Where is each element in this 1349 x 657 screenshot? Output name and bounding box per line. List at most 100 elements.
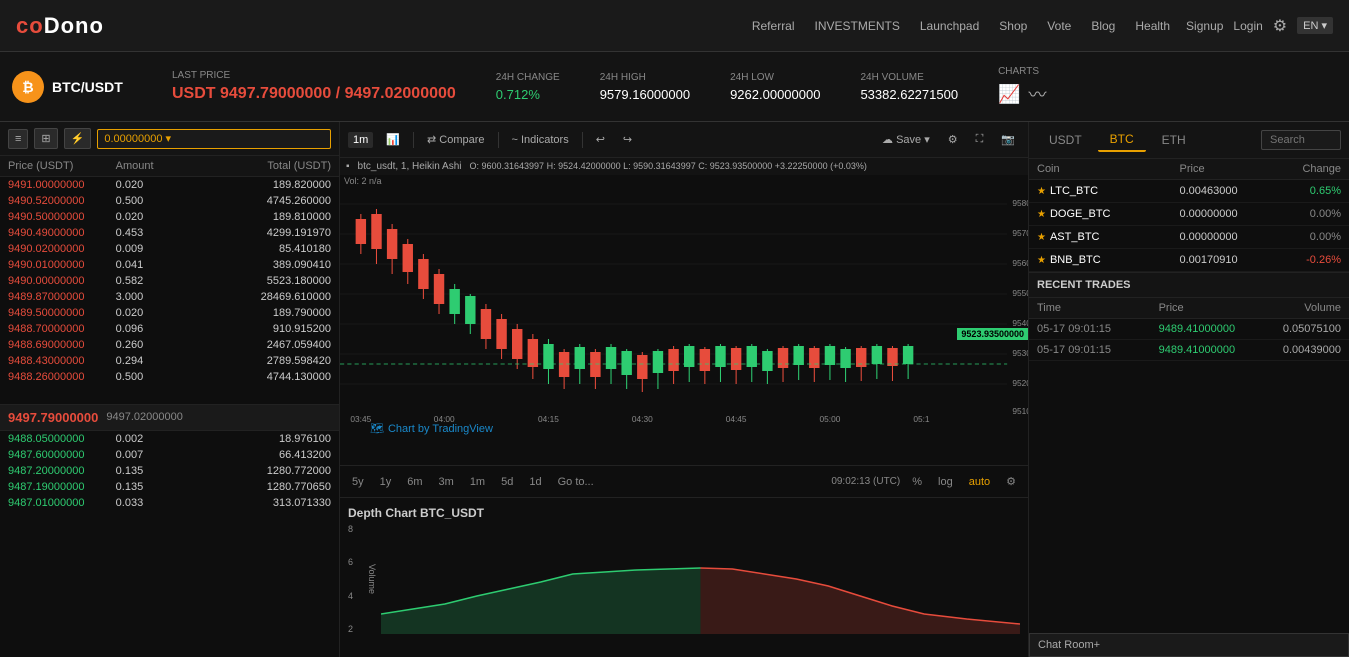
chart-type-icons[interactable]: 📈 〰	[998, 81, 1046, 107]
redo-btn[interactable]: ↪	[618, 131, 637, 148]
nav-vote[interactable]: Vote	[1047, 19, 1071, 33]
star-icon[interactable]: ★	[1037, 255, 1046, 266]
nav-links: Referral INVESTMENTS Launchpad Shop Vote…	[752, 19, 1170, 33]
ob-ask-row[interactable]: 9488.690000000.2602467.059400	[0, 337, 339, 353]
coin-list-item[interactable]: ★ AST_BTC 0.00000000 0.00%	[1029, 226, 1349, 249]
orderbook: ≡ ⊞ ⚡ Price (USDT) Amount Total (USDT) 9…	[0, 122, 340, 657]
tab-eth[interactable]: ETH	[1150, 129, 1198, 151]
line-chart-icon[interactable]: 📈	[998, 84, 1020, 105]
ob-bid-row[interactable]: 9487.200000000.1351280.772000	[0, 463, 339, 479]
tf-5d[interactable]: 5d	[497, 474, 517, 490]
log-btn[interactable]: log	[934, 474, 957, 490]
star-icon[interactable]: ★	[1037, 186, 1046, 197]
ob-mid-price2: 9497.02000000	[106, 411, 182, 423]
change-label: 24H CHANGE	[496, 72, 560, 83]
tab-btc[interactable]: BTC	[1098, 128, 1146, 152]
settings-btn[interactable]: ⚙	[943, 131, 963, 148]
nav-referral[interactable]: Referral	[752, 19, 795, 33]
chart-settings-btn[interactable]: ⚙	[1002, 473, 1020, 490]
toolbar-sep1	[413, 132, 414, 148]
low-value: 9262.00000000	[730, 87, 820, 102]
language-selector[interactable]: EN ▾	[1297, 17, 1333, 34]
ob-bid-row[interactable]: 9488.050000000.00218.976100	[0, 431, 339, 447]
ob-ask-row[interactable]: 9490.500000000.020189.810000	[0, 209, 339, 225]
coin-tabs: USDT BTC ETH	[1029, 122, 1349, 159]
nav-shop[interactable]: Shop	[999, 19, 1027, 33]
coin-list-item[interactable]: ★ BNB_BTC 0.00170910 -0.26%	[1029, 249, 1349, 272]
coin-list-item[interactable]: ★ LTC_BTC 0.00463000 0.65%	[1029, 180, 1349, 203]
ob-price-input[interactable]	[97, 129, 331, 149]
tf-1m-bot[interactable]: 1m	[466, 474, 489, 490]
rt-time-header: Time	[1037, 302, 1159, 314]
star-icon[interactable]: ★	[1037, 232, 1046, 243]
ob-bid-row[interactable]: 9487.190000000.1351280.770650	[0, 479, 339, 495]
svg-text:03:45: 03:45	[350, 415, 371, 424]
tf-1y[interactable]: 1y	[376, 474, 396, 490]
candle-chart-icon[interactable]: 〰	[1028, 81, 1046, 107]
nav-launchpad[interactable]: Launchpad	[920, 19, 979, 33]
star-icon[interactable]: ★	[1037, 209, 1046, 220]
tf-1m[interactable]: 1m	[348, 132, 373, 148]
nav-right: Signup Login ⚙ EN ▾	[1186, 16, 1333, 36]
ob-ask-row[interactable]: 9489.870000003.00028469.610000	[0, 289, 339, 305]
tf-3m[interactable]: 3m	[435, 474, 458, 490]
rt-list: 05-17 09:01:15 9489.41000000 0.05075100 …	[1029, 319, 1349, 633]
ob-list-icon[interactable]: ≡	[8, 129, 28, 149]
camera-btn[interactable]: 📷	[996, 131, 1020, 148]
recent-trades-title: RECENT TRADES	[1029, 273, 1349, 298]
chat-room-button[interactable]: Chat Room+	[1029, 633, 1349, 657]
nav-health[interactable]: Health	[1135, 19, 1170, 33]
logo[interactable]: coDono	[16, 13, 104, 39]
ob-ask-row[interactable]: 9488.260000000.5004744.130000	[0, 369, 339, 385]
nav-blog[interactable]: Blog	[1091, 19, 1115, 33]
compare-btn[interactable]: ⇄ Compare	[422, 131, 490, 148]
tf-5y[interactable]: 5y	[348, 474, 368, 490]
coin-list-item[interactable]: ★ DOGE_BTC 0.00000000 0.00%	[1029, 203, 1349, 226]
charts-section: CHARTS 📈 〰	[998, 66, 1046, 107]
main-layout: ≡ ⊞ ⚡ Price (USDT) Amount Total (USDT) 9…	[0, 122, 1349, 657]
coin-search-input[interactable]	[1261, 130, 1341, 150]
settings-icon[interactable]: ⚙	[1273, 16, 1287, 36]
depth-volume-label: Volume	[367, 564, 377, 594]
undo-btn[interactable]: ↩	[591, 131, 610, 148]
pct-btn[interactable]: %	[908, 474, 926, 490]
current-price-label: 9523.93500000	[957, 328, 1028, 340]
ob-ask-row[interactable]: 9489.500000000.020189.790000	[0, 305, 339, 321]
recent-trade-row: 05-17 09:01:15 9489.41000000 0.00439000	[1029, 340, 1349, 361]
indicators-btn[interactable]: ~ Indicators	[507, 132, 574, 148]
top-navigation: coDono Referral INVESTMENTS Launchpad Sh…	[0, 0, 1349, 52]
ob-bid-row[interactable]: 9487.010000000.033313.071330	[0, 495, 339, 511]
ob-ask-row[interactable]: 9490.010000000.041389.090410	[0, 257, 339, 273]
chart-canvas: ▪ btc_usdt, 1, Heikin Ashi O: 9600.31643…	[340, 158, 1028, 465]
ob-ask-row[interactable]: 9490.490000000.4534299.191970	[0, 225, 339, 241]
nav-investments[interactable]: INVESTMENTS	[815, 19, 900, 33]
ticker-pair[interactable]: ₿ BTC/USDT	[12, 71, 132, 103]
svg-text:9520: 9520	[1012, 379, 1028, 388]
ob-filter-icon[interactable]: ⚡	[64, 128, 92, 149]
tf-1d[interactable]: 1d	[525, 474, 545, 490]
low-label: 24H LOW	[730, 72, 820, 83]
last-price-label: LAST PRICE	[172, 70, 456, 81]
fullscreen-btn[interactable]: ⛶	[971, 131, 989, 148]
ob-bid-row[interactable]: 9487.600000000.00766.413200	[0, 447, 339, 463]
ob-ask-row[interactable]: 9490.020000000.00985.410180	[0, 241, 339, 257]
chart-type-label: ▪	[346, 161, 350, 172]
auto-btn[interactable]: auto	[965, 474, 994, 490]
ob-ask-row[interactable]: 9490.520000000.5004745.260000	[0, 193, 339, 209]
volume-value: 53382.62271500	[860, 87, 958, 102]
ob-ask-row[interactable]: 9491.000000000.020189.820000	[0, 177, 339, 193]
coin-list: ★ LTC_BTC 0.00463000 0.65% ★ DOGE_BTC 0.…	[1029, 180, 1349, 272]
nav-login[interactable]: Login	[1233, 19, 1262, 33]
save-btn[interactable]: ☁ Save ▾	[877, 131, 935, 148]
tf-6m[interactable]: 6m	[403, 474, 426, 490]
go-to-btn[interactable]: Go to...	[554, 474, 598, 490]
svg-text:9510: 9510	[1012, 407, 1028, 416]
ob-ask-row[interactable]: 9488.700000000.096910.915200	[0, 321, 339, 337]
depth-chart-svg	[381, 524, 1020, 634]
nav-signup[interactable]: Signup	[1186, 19, 1223, 33]
ob-grid-icon[interactable]: ⊞	[34, 128, 57, 149]
ob-ask-row[interactable]: 9488.430000000.2942789.598420	[0, 353, 339, 369]
tab-usdt[interactable]: USDT	[1037, 129, 1094, 151]
chart-type-btn[interactable]: 📊	[381, 131, 405, 148]
ob-ask-row[interactable]: 9490.000000000.5825523.180000	[0, 273, 339, 289]
